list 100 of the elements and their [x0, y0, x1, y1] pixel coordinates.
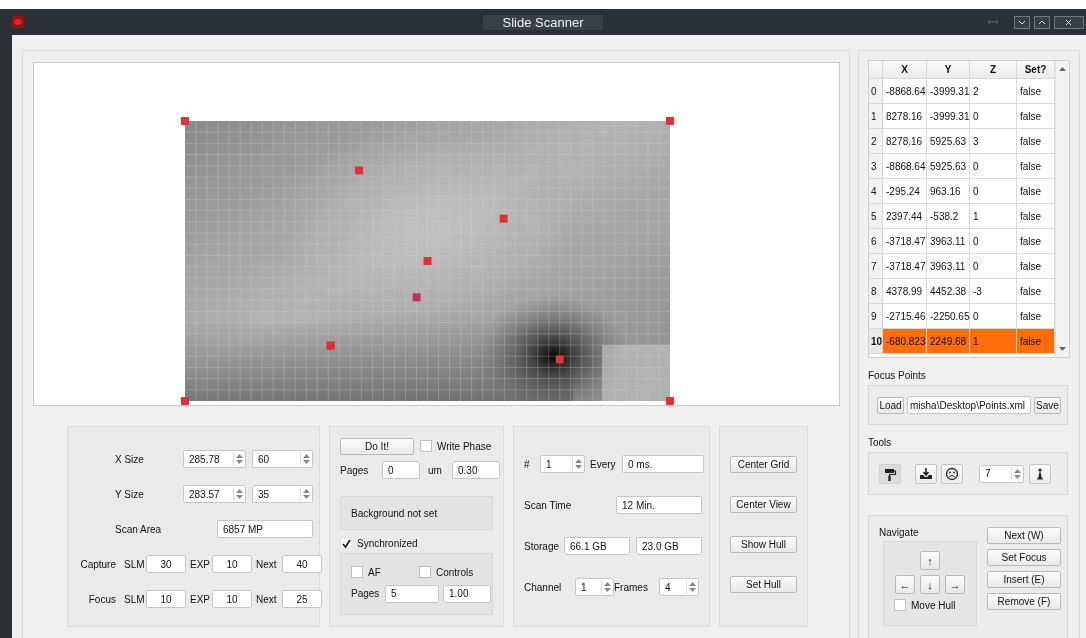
push-button[interactable]: Set Focus [987, 549, 1061, 566]
push-button[interactable]: Show Hull [730, 536, 797, 553]
input-field[interactable]: 66.1 GB [564, 537, 630, 555]
field-label: Frames [614, 581, 649, 593]
spin-arrows-icon[interactable] [601, 580, 612, 594]
table-cell: 8278.16 [883, 129, 927, 154]
push-button[interactable]: Load [877, 396, 904, 414]
row-header[interactable]: 6 [869, 229, 883, 254]
row-header[interactable]: 3 [869, 154, 883, 179]
field-label: um [428, 464, 443, 476]
input-field[interactable]: 0 [382, 461, 420, 479]
focus-point-marker[interactable] [423, 257, 432, 265]
focus-point-marker[interactable] [666, 397, 674, 405]
field-label: Storage [524, 540, 561, 552]
row-header[interactable]: 4 [869, 179, 883, 204]
input-field[interactable]: 10 [212, 590, 252, 608]
table-cell: -3718.47 [883, 254, 927, 279]
spin-box[interactable]: 285.78 [183, 450, 246, 468]
tool-button[interactable] [915, 463, 937, 484]
tool-button[interactable] [879, 463, 901, 484]
row-header[interactable]: 1 [869, 104, 883, 129]
push-button[interactable]: Save [1034, 396, 1061, 414]
table-cell: 4452.38 [927, 279, 970, 304]
push-button[interactable]: Set Hull [730, 576, 797, 593]
input-field[interactable]: 30 [146, 555, 186, 573]
column-header[interactable]: X [883, 61, 927, 79]
push-button[interactable]: Remove (F) [987, 593, 1061, 610]
table-cell: -8868.64 [883, 154, 927, 179]
arrow-button[interactable]: ↓ [920, 575, 940, 594]
tool-button[interactable] [1029, 463, 1051, 484]
push-button[interactable]: Center View [730, 496, 797, 513]
row-header[interactable]: 7 [869, 254, 883, 279]
table-cell: 3 [970, 129, 1017, 154]
spin-box[interactable]: 283.57 [183, 485, 246, 503]
minimize-icon[interactable] [1014, 15, 1030, 29]
input-field[interactable]: 10 [212, 555, 252, 573]
input-field[interactable]: 25 [282, 590, 322, 608]
focus-point-marker[interactable] [181, 397, 189, 405]
column-header[interactable]: Set? [1017, 61, 1055, 79]
push-button[interactable]: Center Grid [730, 456, 797, 473]
arrow-button[interactable]: ↑ [920, 551, 940, 570]
spin-arrows-icon[interactable] [233, 487, 244, 501]
input-field[interactable]: 23.0 GB [636, 537, 702, 555]
field-label: Y Size [115, 488, 145, 500]
push-button[interactable]: Insert (E) [987, 571, 1061, 588]
spin-arrows-icon[interactable] [300, 452, 311, 466]
row-header[interactable]: 5 [869, 204, 883, 229]
input-field[interactable]: misha\Desktop\Points.xml [907, 396, 1031, 414]
row-header[interactable]: 8 [869, 279, 883, 304]
push-button[interactable]: Do It! [340, 437, 414, 455]
input-field[interactable]: 1.00 [443, 584, 491, 603]
table-cell: false [1017, 154, 1055, 179]
input-field[interactable]: 10 [146, 590, 186, 608]
focus-point-marker[interactable] [181, 117, 189, 125]
spin-box[interactable]: 1 [540, 455, 585, 473]
spin-box[interactable]: 1 [575, 578, 614, 596]
column-header[interactable]: Y [927, 61, 970, 79]
spin-arrows-icon[interactable] [1011, 466, 1022, 481]
table-cell: 2 [970, 79, 1017, 104]
input-field[interactable]: 0 ms. [622, 455, 704, 473]
scroll-up-icon[interactable] [1058, 66, 1067, 72]
table-cell: 0 [970, 154, 1017, 179]
push-button[interactable]: Next (W) [987, 527, 1061, 544]
checkbox[interactable] [340, 537, 352, 549]
row-header[interactable]: 2 [869, 129, 883, 154]
spin-box[interactable]: 4 [659, 578, 699, 596]
table-cell: 963.16 [927, 179, 970, 204]
table-cell: false [1017, 129, 1055, 154]
maximize-icon[interactable] [1034, 15, 1050, 29]
column-header[interactable]: Z [970, 61, 1017, 79]
row-header[interactable]: 10 [869, 329, 883, 354]
focus-point-marker[interactable] [355, 166, 364, 175]
arrow-button[interactable]: ← [895, 575, 915, 594]
scroll-down-icon[interactable] [1058, 346, 1067, 352]
arrow-button[interactable]: → [945, 575, 965, 594]
row-header[interactable]: 9 [869, 304, 883, 329]
scrollbar[interactable] [1055, 61, 1069, 357]
row-header[interactable]: 0 [869, 79, 883, 104]
tool-button[interactable] [941, 463, 963, 484]
input-field[interactable]: 6857 MP [217, 520, 313, 538]
table-cell: 0 [970, 104, 1017, 129]
spin-box[interactable]: 7 [979, 464, 1024, 483]
input-field[interactable]: 5 [385, 584, 439, 603]
focus-point-marker[interactable] [499, 214, 508, 223]
spin-arrows-icon[interactable] [686, 580, 697, 594]
spin-box[interactable]: 60 [252, 450, 313, 468]
focus-point-marker[interactable] [555, 355, 564, 364]
spin-arrows-icon[interactable] [300, 487, 311, 501]
input-field[interactable]: 40 [282, 555, 322, 573]
close-icon[interactable] [1054, 15, 1084, 29]
focus-point-marker[interactable] [412, 293, 421, 302]
spin-arrows-icon[interactable] [233, 452, 244, 466]
input-field[interactable]: 0.30 [452, 461, 500, 479]
table-cell: 3963.11 [927, 229, 970, 254]
table-cell: 5925.63 [927, 129, 970, 154]
focus-point-marker[interactable] [666, 117, 674, 125]
spin-box[interactable]: 35 [252, 485, 313, 503]
frown-face-icon [945, 466, 959, 481]
spin-arrows-icon[interactable] [572, 457, 583, 471]
input-field[interactable]: 12 Min. [616, 496, 702, 514]
